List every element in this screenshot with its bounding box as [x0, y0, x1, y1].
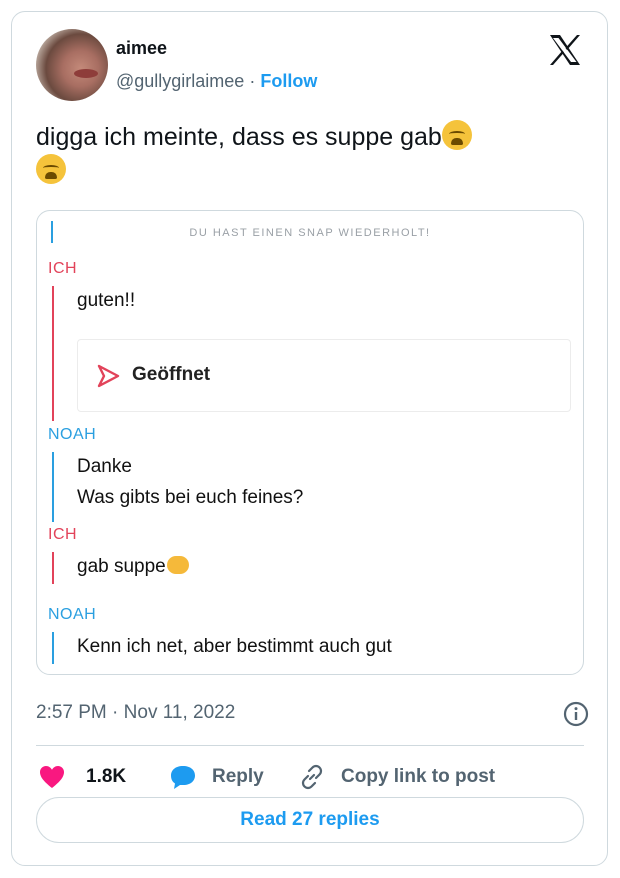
opened-label: Geöffnet — [132, 364, 211, 385]
speech-bubble-icon — [171, 766, 195, 789]
follow-button[interactable]: Follow — [260, 71, 317, 91]
avatar[interactable] — [36, 29, 108, 101]
message-line: gab suppe — [77, 556, 189, 578]
like-count: 1.8K — [86, 766, 127, 787]
date: Nov 11, 2022 — [123, 702, 236, 723]
snapchat-screenshot[interactable]: DU HAST EINEN SNAP WIEDERHOLT! ICH guten… — [36, 210, 584, 675]
message-text: Kenn ich net, aber bestimmt auch gut — [77, 636, 392, 657]
timestamp[interactable]: 2:57 PM · Nov 11, 2022 — [36, 702, 235, 724]
copy-link-button[interactable]: Copy link to post — [298, 762, 495, 792]
noah-bar — [52, 632, 54, 664]
like-button[interactable]: 1.8K — [38, 762, 126, 792]
author-handle-line: @gullygirlaimee · Follow — [116, 71, 317, 92]
sender-label-me: ICH — [48, 260, 78, 277]
message-text: Was gibts bei euch feines? — [77, 487, 304, 508]
snap-header: DU HAST EINEN SNAP WIEDERHOLT! — [189, 227, 431, 239]
pointing-hand-icon — [166, 556, 189, 574]
loudly-crying-face-icon — [441, 120, 472, 150]
author-name[interactable]: aimee — [116, 38, 167, 59]
noah-bar — [52, 452, 54, 522]
read-replies-button[interactable]: Read 27 replies — [36, 797, 584, 843]
copy-link-label: Copy link to post — [341, 766, 496, 787]
sender-label-me: ICH — [48, 526, 78, 543]
tweet-card: aimee @gullygirlaimee · Follow digga ich… — [11, 11, 608, 866]
message-text: guten!! — [77, 290, 136, 311]
loudly-crying-face-icon — [36, 154, 66, 184]
tweet-body: digga ich meinte, dass es suppe gab — [36, 123, 442, 151]
me-bar — [52, 552, 54, 584]
x-logo-icon[interactable] — [547, 32, 583, 68]
info-icon[interactable] — [562, 700, 590, 728]
reply-label: Reply — [212, 766, 264, 787]
link-icon — [301, 764, 323, 790]
sender-label-noah: NOAH — [48, 426, 97, 443]
sender-label-noah: NOAH — [48, 606, 97, 623]
message-text: gab suppe — [77, 556, 166, 577]
time: 2:57 PM — [36, 702, 107, 723]
me-bar — [52, 286, 54, 421]
reply-button[interactable]: Reply — [168, 762, 264, 792]
opened-snap-row[interactable]: Geöffnet — [77, 339, 571, 412]
author-handle[interactable]: @gullygirlaimee — [116, 71, 244, 91]
tweet-text: digga ich meinte, dass es suppe gab — [36, 120, 576, 188]
divider — [36, 745, 584, 746]
opened-arrow-icon — [97, 364, 120, 388]
handle-separator: · — [249, 71, 256, 91]
heart-icon — [40, 766, 64, 788]
message-text: Danke — [77, 456, 132, 477]
timestamp-separator: · — [112, 702, 119, 723]
